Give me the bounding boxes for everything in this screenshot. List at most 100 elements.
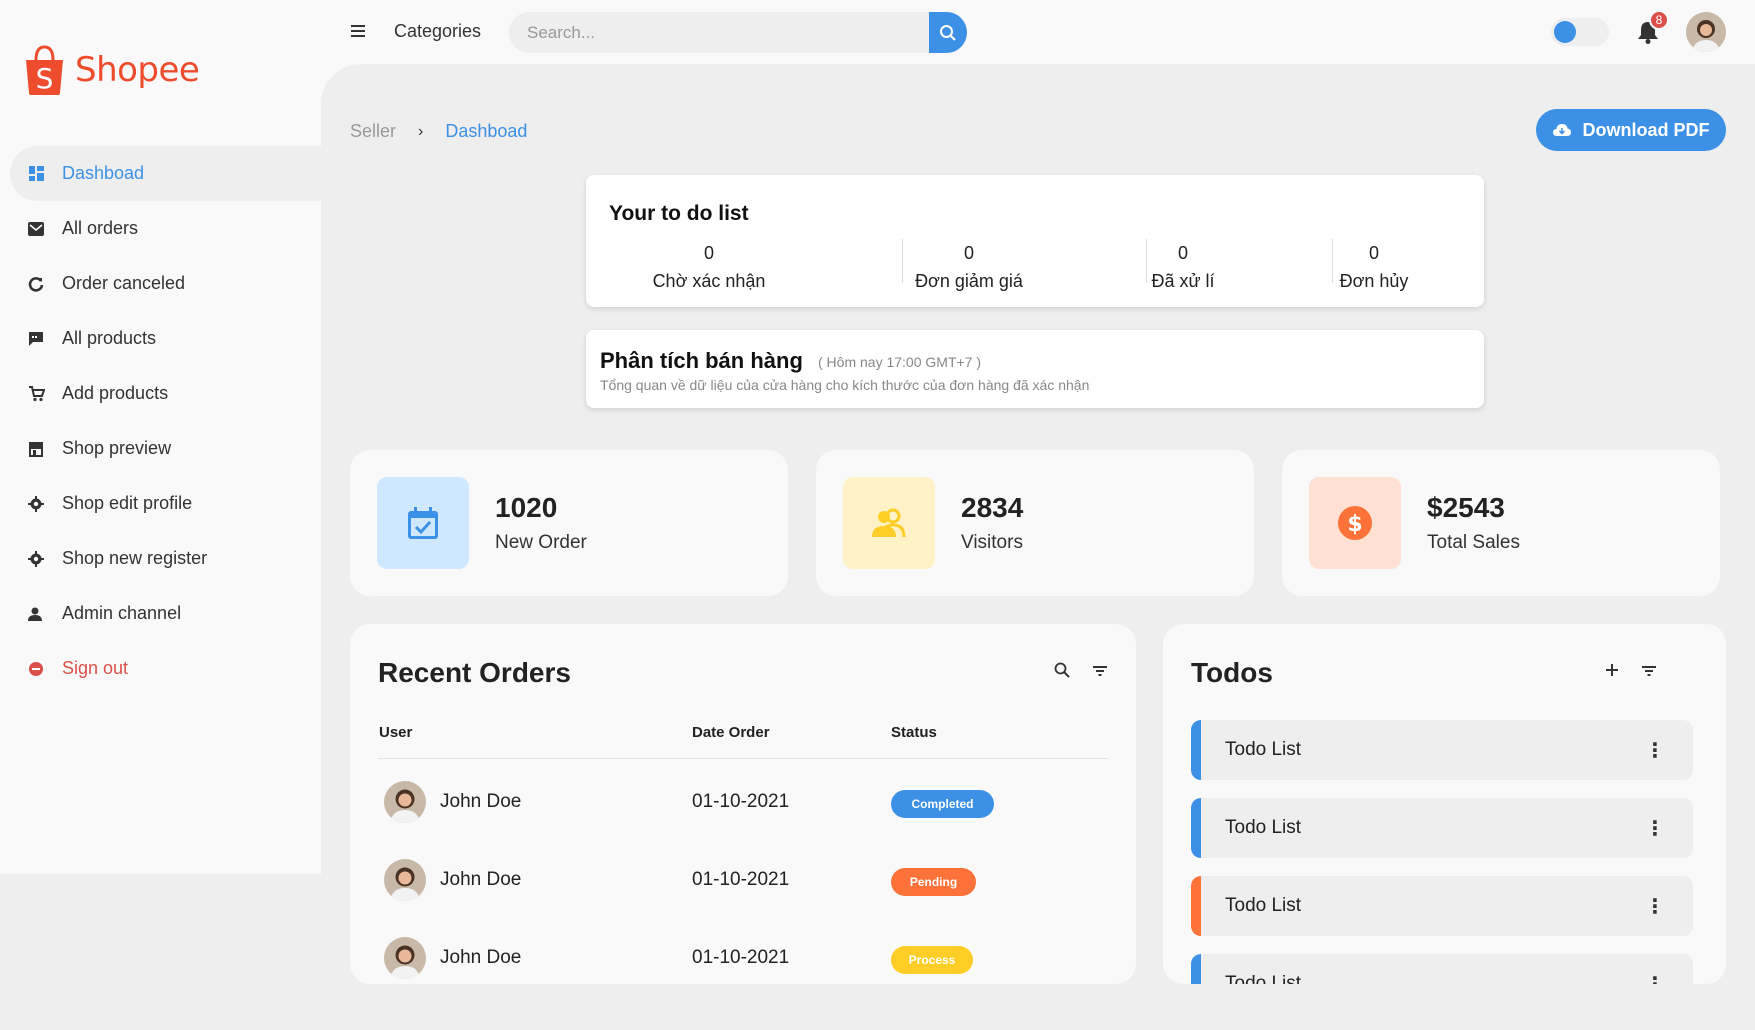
sidebar-item-add-products[interactable]: Add products: [10, 366, 321, 421]
stat-label: Đơn hủy: [1339, 271, 1409, 291]
sidebar-item-order-canceled[interactable]: Order canceled: [10, 256, 321, 311]
stat-cancelled[interactable]: 0 Đơn hủy: [1332, 239, 1412, 295]
sidebar-item-label: Order canceled: [62, 273, 186, 293]
table-row[interactable]: John Doe 01-10-2021 Completed: [378, 764, 1108, 842]
todos-panel: Todos Todo List ⋮ Todo List ⋮ Todo List …: [1163, 624, 1726, 984]
order-user: John Doe: [440, 791, 522, 812]
cart-add-icon: [26, 384, 46, 404]
sidebar-item-shop-new-register[interactable]: Shop new register: [10, 531, 321, 586]
sidebar-item-shop-preview[interactable]: Shop preview: [10, 421, 321, 476]
gear-icon: [26, 494, 46, 514]
status-badge: Process: [891, 946, 973, 974]
gear-icon: [26, 549, 46, 569]
menu-toggle-icon[interactable]: [351, 20, 365, 43]
dark-mode-switch[interactable]: [1551, 18, 1609, 46]
search-form: [509, 12, 967, 53]
col-user: User: [379, 724, 413, 741]
filter-icon[interactable]: [1641, 662, 1657, 678]
dashboard-icon: [26, 164, 46, 184]
status-badge: Completed: [891, 790, 994, 818]
avatar: [384, 859, 426, 901]
shopee-logo[interactable]: S Shopee: [22, 44, 200, 96]
todo-summary-card: Your to do list 0 Chờ xác nhận 0 Đơn giả…: [586, 175, 1484, 307]
categories-link[interactable]: Categories: [394, 21, 481, 42]
total-sales-box: $ $2543 Total Sales: [1282, 450, 1720, 596]
download-pdf-button[interactable]: Download PDF: [1536, 109, 1726, 151]
profile-avatar[interactable]: [1686, 12, 1726, 52]
message-icon: [26, 329, 46, 349]
breadcrumb: Seller › Dashboad: [350, 121, 527, 142]
sidebar-item-dashboard[interactable]: Dashboad: [10, 146, 321, 201]
todo-item[interactable]: Todo List ⋮: [1191, 876, 1693, 936]
order-user: John Doe: [440, 947, 522, 968]
group-icon: [843, 477, 935, 569]
todo-status-bar: [1191, 720, 1201, 780]
stat-label: Chờ xác nhận: [652, 271, 766, 291]
more-vertical-icon[interactable]: ⋮: [1645, 972, 1665, 984]
brand-name: Shopee: [75, 50, 200, 90]
sidebar-item-all-products[interactable]: All products: [10, 311, 321, 366]
stat-processed[interactable]: 0 Đã xử lí: [1146, 239, 1216, 295]
search-icon[interactable]: [1054, 662, 1070, 678]
logout-icon: [26, 659, 46, 679]
breadcrumb-seller[interactable]: Seller: [350, 121, 396, 142]
search-icon: [940, 24, 956, 41]
sidebar-item-shop-edit-profile[interactable]: Shop edit profile: [10, 476, 321, 531]
sidebar-item-label: Shop new register: [62, 548, 208, 568]
order-date: 01-10-2021: [692, 947, 790, 968]
stat-label: Đã xử lí: [1151, 271, 1215, 291]
more-vertical-icon[interactable]: ⋮: [1645, 816, 1665, 841]
todo-item[interactable]: Todo List ⋮: [1191, 954, 1693, 984]
sidebar-item-all-orders[interactable]: All orders: [10, 201, 321, 256]
sidebar-item-label: Shop edit profile: [62, 493, 193, 513]
visitors-box: 2834 Visitors: [816, 450, 1254, 596]
store-icon: [26, 439, 46, 459]
more-vertical-icon[interactable]: ⋮: [1645, 738, 1665, 763]
visitors-value: 2834: [961, 492, 1024, 523]
todo-text: Todo List: [1225, 739, 1302, 760]
total-sales-label: Total Sales: [1427, 532, 1520, 553]
divider: [1332, 239, 1333, 283]
stat-value: 0: [1177, 243, 1188, 263]
sidebar: S Shopee Dashboad All orders Order cance…: [0, 0, 321, 874]
new-order-value: 1020: [495, 492, 558, 523]
plus-icon[interactable]: [1605, 662, 1619, 678]
more-vertical-icon[interactable]: ⋮: [1645, 894, 1665, 919]
todo-text: Todo List: [1225, 895, 1302, 916]
table-row[interactable]: John Doe 01-10-2021 Process: [378, 920, 1108, 984]
todo-summary-title: Your to do list: [609, 202, 749, 225]
sidebar-item-label: Shop preview: [62, 438, 172, 458]
sidebar-item-label: All products: [62, 328, 157, 348]
search-button[interactable]: [929, 12, 967, 53]
todo-stats: 0 Chờ xác nhận 0 Đơn giảm giá 0 Đã xử lí…: [586, 239, 1484, 295]
notification-button[interactable]: 8: [1637, 10, 1669, 46]
avatar: [384, 781, 426, 823]
sidebar-item-sign-out[interactable]: Sign out: [10, 641, 321, 696]
todos-actions: [1605, 662, 1657, 678]
search-input[interactable]: [509, 12, 929, 53]
orders-table-header: User Date Order Status: [378, 724, 1108, 759]
recent-orders-title: Recent Orders: [378, 657, 571, 688]
todo-item[interactable]: Todo List ⋮: [1191, 798, 1693, 858]
avatar: [384, 937, 426, 979]
todo-text: Todo List: [1225, 973, 1302, 984]
analytics-time: ( Hôm nay 17:00 GMT+7 ): [818, 354, 982, 370]
table-row[interactable]: John Doe 01-10-2021 Pending: [378, 842, 1108, 920]
filter-icon[interactable]: [1092, 662, 1108, 678]
top-nav: Categories 8: [321, 0, 1755, 64]
sidebar-item-admin-channel[interactable]: Admin channel: [10, 586, 321, 641]
shopee-bag-icon: S: [26, 45, 63, 95]
chevron-right-icon: ›: [418, 122, 424, 140]
order-user: John Doe: [440, 869, 522, 890]
cloud-download-icon: [1552, 124, 1571, 136]
user-icon: [26, 604, 46, 624]
todo-item[interactable]: Todo List ⋮: [1191, 720, 1693, 780]
breadcrumb-dashboard[interactable]: Dashboad: [445, 121, 527, 142]
stat-discount-orders[interactable]: 0 Đơn giảm giá: [902, 239, 1032, 295]
order-date: 01-10-2021: [692, 791, 790, 812]
orders-actions: [1054, 662, 1108, 678]
divider: [902, 239, 903, 283]
stat-pending-confirm[interactable]: 0 Chờ xác nhận: [644, 239, 774, 295]
todo-text: Todo List: [1225, 817, 1302, 838]
divider: [1146, 239, 1147, 283]
